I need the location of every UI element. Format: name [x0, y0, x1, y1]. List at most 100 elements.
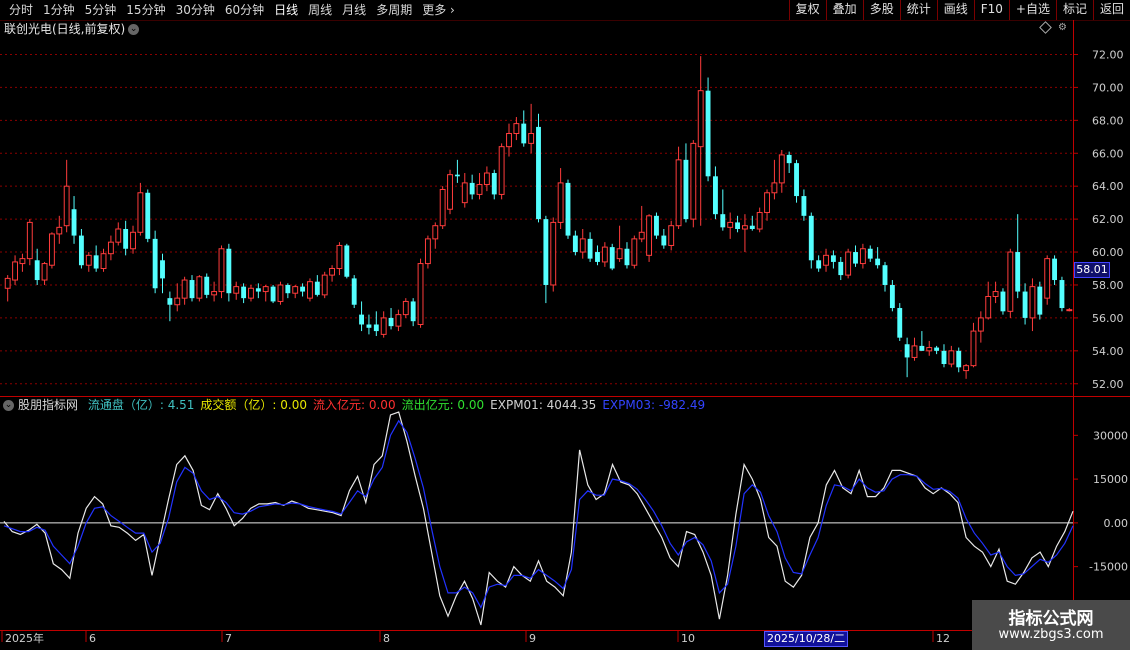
candle-body: [1037, 286, 1043, 315]
candle-body: [830, 255, 836, 262]
candle-body: [705, 90, 711, 177]
candle-body: [167, 298, 173, 305]
price-axis-label: 60.00: [1092, 246, 1124, 259]
candle-body: [1029, 286, 1036, 319]
osc-series-expm03: [3, 419, 1074, 609]
candle-body: [1007, 251, 1014, 312]
candle-body: [543, 219, 549, 285]
candle-body: [366, 324, 372, 328]
candle-body: [977, 317, 984, 332]
candle-body: [661, 235, 667, 246]
candle-body: [1044, 258, 1051, 299]
candle-body: [329, 268, 336, 276]
indicator-item-0: 流通盘（亿）: 4.51: [87, 398, 195, 412]
price-axis-label: 56.00: [1092, 312, 1124, 325]
candle-body: [697, 90, 704, 148]
candle-body: [816, 260, 822, 269]
candle-body: [778, 154, 785, 184]
candle-body: [34, 260, 40, 281]
candle-body: [262, 286, 269, 293]
indicator-name: 股朋指标网: [18, 398, 79, 412]
candle-body: [388, 317, 394, 327]
candle-body: [137, 192, 144, 233]
candle-body: [756, 212, 763, 230]
candle-body: [934, 347, 940, 351]
candle-body: [321, 274, 328, 296]
candle-body: [631, 238, 638, 266]
candle-body: [204, 276, 210, 295]
osc-axis-label: 15000: [1093, 473, 1128, 486]
candle-body: [174, 297, 181, 306]
candle-body: [601, 246, 608, 263]
candle-body: [336, 244, 343, 270]
candle-body: [741, 225, 748, 230]
candle-body: [1022, 291, 1028, 318]
selected-date-tag: 2025/10/28/二: [764, 631, 849, 647]
candle-body: [521, 123, 527, 144]
candle-body: [609, 247, 615, 269]
candle-body: [565, 182, 571, 236]
candle-body: [845, 251, 852, 276]
candle-body: [550, 221, 557, 286]
candle-body: [292, 286, 299, 294]
date-axis-label: 8: [383, 632, 390, 645]
candle-body: [85, 254, 92, 266]
candle-body: [107, 241, 114, 255]
candle-body: [595, 252, 600, 262]
candle-body: [853, 252, 858, 264]
candle-body: [948, 350, 955, 365]
date-axis-label: 10: [681, 632, 695, 645]
price-axis-label: 66.00: [1092, 147, 1124, 160]
price-axis-label: 68.00: [1092, 114, 1124, 127]
indicator-item-1: 成交额（亿）: 0.00: [200, 398, 307, 412]
indicator-item-2: 流入亿元: 0.00: [313, 398, 396, 412]
candle-body: [985, 296, 992, 319]
candle-body: [882, 265, 888, 285]
indicator-menu-icon[interactable]: ⌄: [3, 400, 14, 411]
candle-body: [735, 222, 740, 229]
candle-body: [749, 225, 755, 229]
indicator-item-3: 流出亿元: 0.00: [401, 398, 485, 412]
candle-body: [12, 261, 18, 281]
kline-chart[interactable]: 72.0070.0068.0066.0064.0062.0060.0058.00…: [0, 0, 1130, 650]
candle-body: [956, 350, 962, 368]
candle-body: [300, 286, 306, 292]
date-axis-label: 2025年: [5, 631, 44, 645]
watermark-url: www.zbgs3.com: [998, 627, 1104, 642]
date-axis-label: 9: [529, 632, 536, 645]
candle-body: [528, 132, 535, 144]
candle-body: [483, 172, 490, 186]
candle-body: [115, 228, 122, 243]
indicator-item-4: EXPM01: 4044.35: [490, 398, 597, 412]
candle-body: [675, 159, 682, 227]
candle-body: [668, 225, 675, 246]
candle-body: [1015, 252, 1021, 292]
candle-body: [1059, 280, 1065, 309]
candle-body: [48, 233, 55, 266]
candle-body: [476, 184, 483, 195]
candle-body: [145, 192, 151, 239]
candle-body: [241, 286, 247, 299]
candle-body: [616, 248, 623, 260]
candle-body: [926, 347, 933, 352]
candle-body: [764, 192, 770, 214]
price-axis-label: 64.00: [1092, 180, 1124, 193]
candle-body: [196, 276, 203, 299]
candle-body: [424, 238, 431, 265]
candle-body: [911, 345, 918, 358]
candle-body: [1066, 309, 1073, 312]
candle-body: [794, 163, 799, 197]
candle-body: [867, 248, 873, 259]
candle-body: [344, 245, 350, 277]
candle-body: [786, 154, 792, 164]
candle-body: [78, 235, 84, 266]
candle-body: [624, 248, 630, 266]
candle-body: [454, 174, 460, 177]
candle-body: [123, 228, 129, 249]
candle-body: [963, 365, 970, 372]
candle-body: [506, 132, 512, 148]
candle-body: [690, 142, 697, 220]
candle-body: [536, 126, 541, 220]
price-axis-label: 70.00: [1092, 81, 1124, 94]
candle-body: [307, 281, 313, 299]
